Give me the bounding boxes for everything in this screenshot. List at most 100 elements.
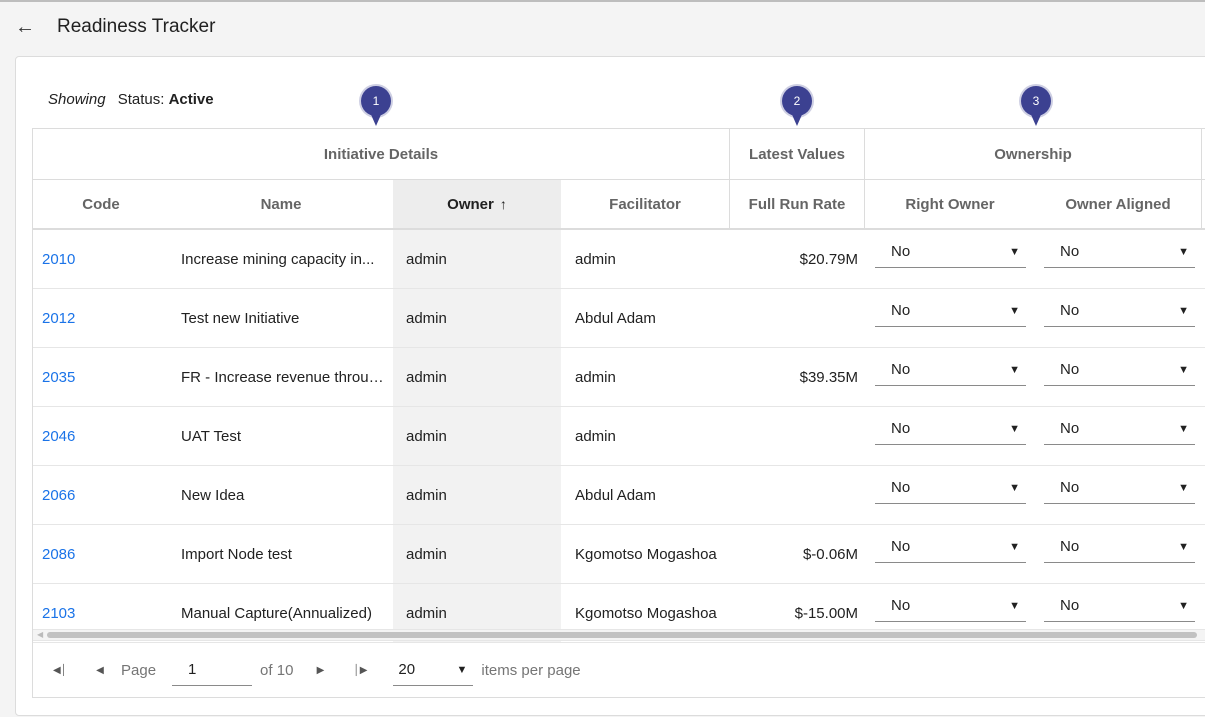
- right-owner-value: No: [891, 302, 911, 319]
- items-per-page-label: items per page: [481, 661, 581, 679]
- table-row: 2035 FR - Increase revenue through... ad…: [33, 348, 1205, 407]
- owner-aligned-select[interactable]: No ▼: [1044, 236, 1195, 268]
- table-row: 2086 Import Node test admin Kgomotso Mog…: [33, 525, 1205, 584]
- caret-down-icon: ▼: [1009, 422, 1020, 435]
- caret-down-icon: ▼: [1009, 304, 1020, 317]
- owner-value: admin: [406, 545, 447, 563]
- initiative-code-link[interactable]: 2086: [42, 546, 160, 563]
- page-title: Readiness Tracker: [57, 16, 216, 37]
- page-size-select[interactable]: 20 ▼: [393, 654, 474, 686]
- facilitator-value: admin: [575, 427, 616, 445]
- column-header-full-run-rate[interactable]: Full Run Rate: [730, 180, 865, 228]
- owner-aligned-select[interactable]: No ▼: [1044, 590, 1195, 622]
- arrow-left-icon[interactable]: ←: [14, 16, 36, 38]
- caret-down-icon: ▼: [1178, 245, 1189, 258]
- initiative-code-link[interactable]: 2046: [42, 428, 160, 445]
- page-input[interactable]: 1: [172, 654, 253, 686]
- facilitator-value: admin: [575, 368, 616, 386]
- scroll-left-icon[interactable]: ◀: [37, 630, 43, 640]
- owner-aligned-value: No: [1060, 538, 1080, 555]
- right-owner-select[interactable]: No ▼: [875, 413, 1026, 445]
- arrow-up-icon: ↑: [499, 196, 507, 212]
- right-owner-select[interactable]: No ▼: [875, 295, 1026, 327]
- facilitator-value: Kgomotso Mogashoa: [575, 545, 717, 563]
- caret-down-icon: ▼: [1178, 481, 1189, 494]
- right-owner-select[interactable]: No ▼: [875, 590, 1026, 622]
- right-owner-value: No: [891, 597, 911, 614]
- scrollbar-thumb[interactable]: [47, 632, 1197, 638]
- owner-aligned-select[interactable]: No ▼: [1044, 295, 1195, 327]
- top-bar: ← Readiness Tracker: [0, 0, 1205, 52]
- right-owner-value: No: [891, 479, 911, 496]
- right-owner-value: No: [891, 538, 911, 555]
- caret-down-icon: ▼: [1178, 540, 1189, 553]
- status-label: Status:: [117, 91, 165, 108]
- filter-summary: Showing Status: Active: [48, 91, 214, 108]
- initiative-code-link[interactable]: 2010: [42, 251, 160, 268]
- right-owner-select[interactable]: No ▼: [875, 531, 1026, 563]
- caret-down-icon: ▼: [1178, 363, 1189, 376]
- step-marker-1: 1: [361, 86, 391, 128]
- group-header-initiative-details: Initiative Details: [33, 129, 730, 179]
- page-size-value: 20: [398, 661, 416, 678]
- owner-aligned-select[interactable]: No ▼: [1044, 531, 1195, 563]
- caret-down-icon: ▼: [1009, 540, 1020, 553]
- owner-aligned-value: No: [1060, 479, 1080, 496]
- owner-value: admin: [406, 309, 447, 327]
- owner-aligned-select[interactable]: No ▼: [1044, 472, 1195, 504]
- marker-number: 1: [361, 86, 391, 116]
- last-page-icon[interactable]: │▶: [347, 657, 373, 683]
- next-page-icon[interactable]: ▶: [307, 657, 333, 683]
- initiative-name: Import Node test: [181, 545, 292, 563]
- caret-down-icon: ▼: [1178, 422, 1189, 435]
- showing-label: Showing: [48, 91, 106, 108]
- readiness-grid: Initiative Details Latest Values Ownersh…: [32, 128, 1205, 698]
- caret-down-icon: ▼: [1178, 304, 1189, 317]
- initiative-name: Manual Capture(Annualized): [181, 604, 372, 622]
- facilitator-value: Kgomotso Mogashoa: [575, 604, 717, 622]
- column-header-owner-label: Owner: [447, 195, 494, 213]
- initiative-code-link[interactable]: 2012: [42, 310, 160, 327]
- facilitator-value: Abdul Adam: [575, 309, 656, 327]
- table-row: 2010 Increase mining capacity in... admi…: [33, 230, 1205, 289]
- initiative-name: UAT Test: [181, 427, 242, 445]
- owner-aligned-select[interactable]: No ▼: [1044, 413, 1195, 445]
- right-owner-select[interactable]: No ▼: [875, 236, 1026, 268]
- owner-value: admin: [406, 486, 447, 504]
- initiative-name: Increase mining capacity in...: [181, 250, 375, 268]
- initiative-name: Test new Initiative: [181, 309, 300, 327]
- column-header-row: Code Name Owner ↑ Facilitator Full Run R…: [33, 180, 1205, 230]
- column-header-name[interactable]: Name: [169, 180, 393, 228]
- column-header-code[interactable]: Code: [33, 180, 169, 228]
- right-owner-select[interactable]: No ▼: [875, 354, 1026, 386]
- column-header-owner[interactable]: Owner ↑: [393, 180, 561, 228]
- caret-down-icon: ▼: [1009, 481, 1020, 494]
- owner-value: admin: [406, 368, 447, 386]
- table-row: 2066 New Idea admin Abdul Adam No ▼ No ▼: [33, 466, 1205, 525]
- page-total: of 10: [260, 661, 294, 679]
- column-header-right-owner[interactable]: Right Owner: [865, 180, 1035, 228]
- marker-number: 2: [782, 86, 812, 116]
- right-owner-value: No: [891, 243, 911, 260]
- facilitator-value: Abdul Adam: [575, 486, 656, 504]
- column-header-facilitator[interactable]: Facilitator: [561, 180, 730, 228]
- horizontal-scrollbar[interactable]: ◀: [33, 629, 1205, 641]
- initiative-code-link[interactable]: 2066: [42, 487, 160, 504]
- owner-aligned-value: No: [1060, 243, 1080, 260]
- status-value: Active: [168, 91, 214, 108]
- initiative-code-link[interactable]: 2035: [42, 369, 160, 386]
- right-owner-select[interactable]: No ▼: [875, 472, 1026, 504]
- caret-down-icon: ▼: [1009, 363, 1020, 376]
- owner-aligned-value: No: [1060, 302, 1080, 319]
- previous-page-icon[interactable]: ◀: [87, 657, 113, 683]
- owner-aligned-select[interactable]: No ▼: [1044, 354, 1195, 386]
- column-header-owner-aligned[interactable]: Owner Aligned: [1035, 180, 1202, 228]
- run-rate-value: $-0.06M: [802, 545, 858, 563]
- group-header-latest-values: Latest Values: [730, 129, 865, 179]
- first-page-icon[interactable]: ◀│: [47, 657, 73, 683]
- table-row: 2012 Test new Initiative admin Abdul Ada…: [33, 289, 1205, 348]
- step-marker-3: 3: [1021, 86, 1051, 128]
- owner-aligned-value: No: [1060, 361, 1080, 378]
- owner-value: admin: [406, 250, 447, 268]
- initiative-code-link[interactable]: 2103: [42, 605, 160, 622]
